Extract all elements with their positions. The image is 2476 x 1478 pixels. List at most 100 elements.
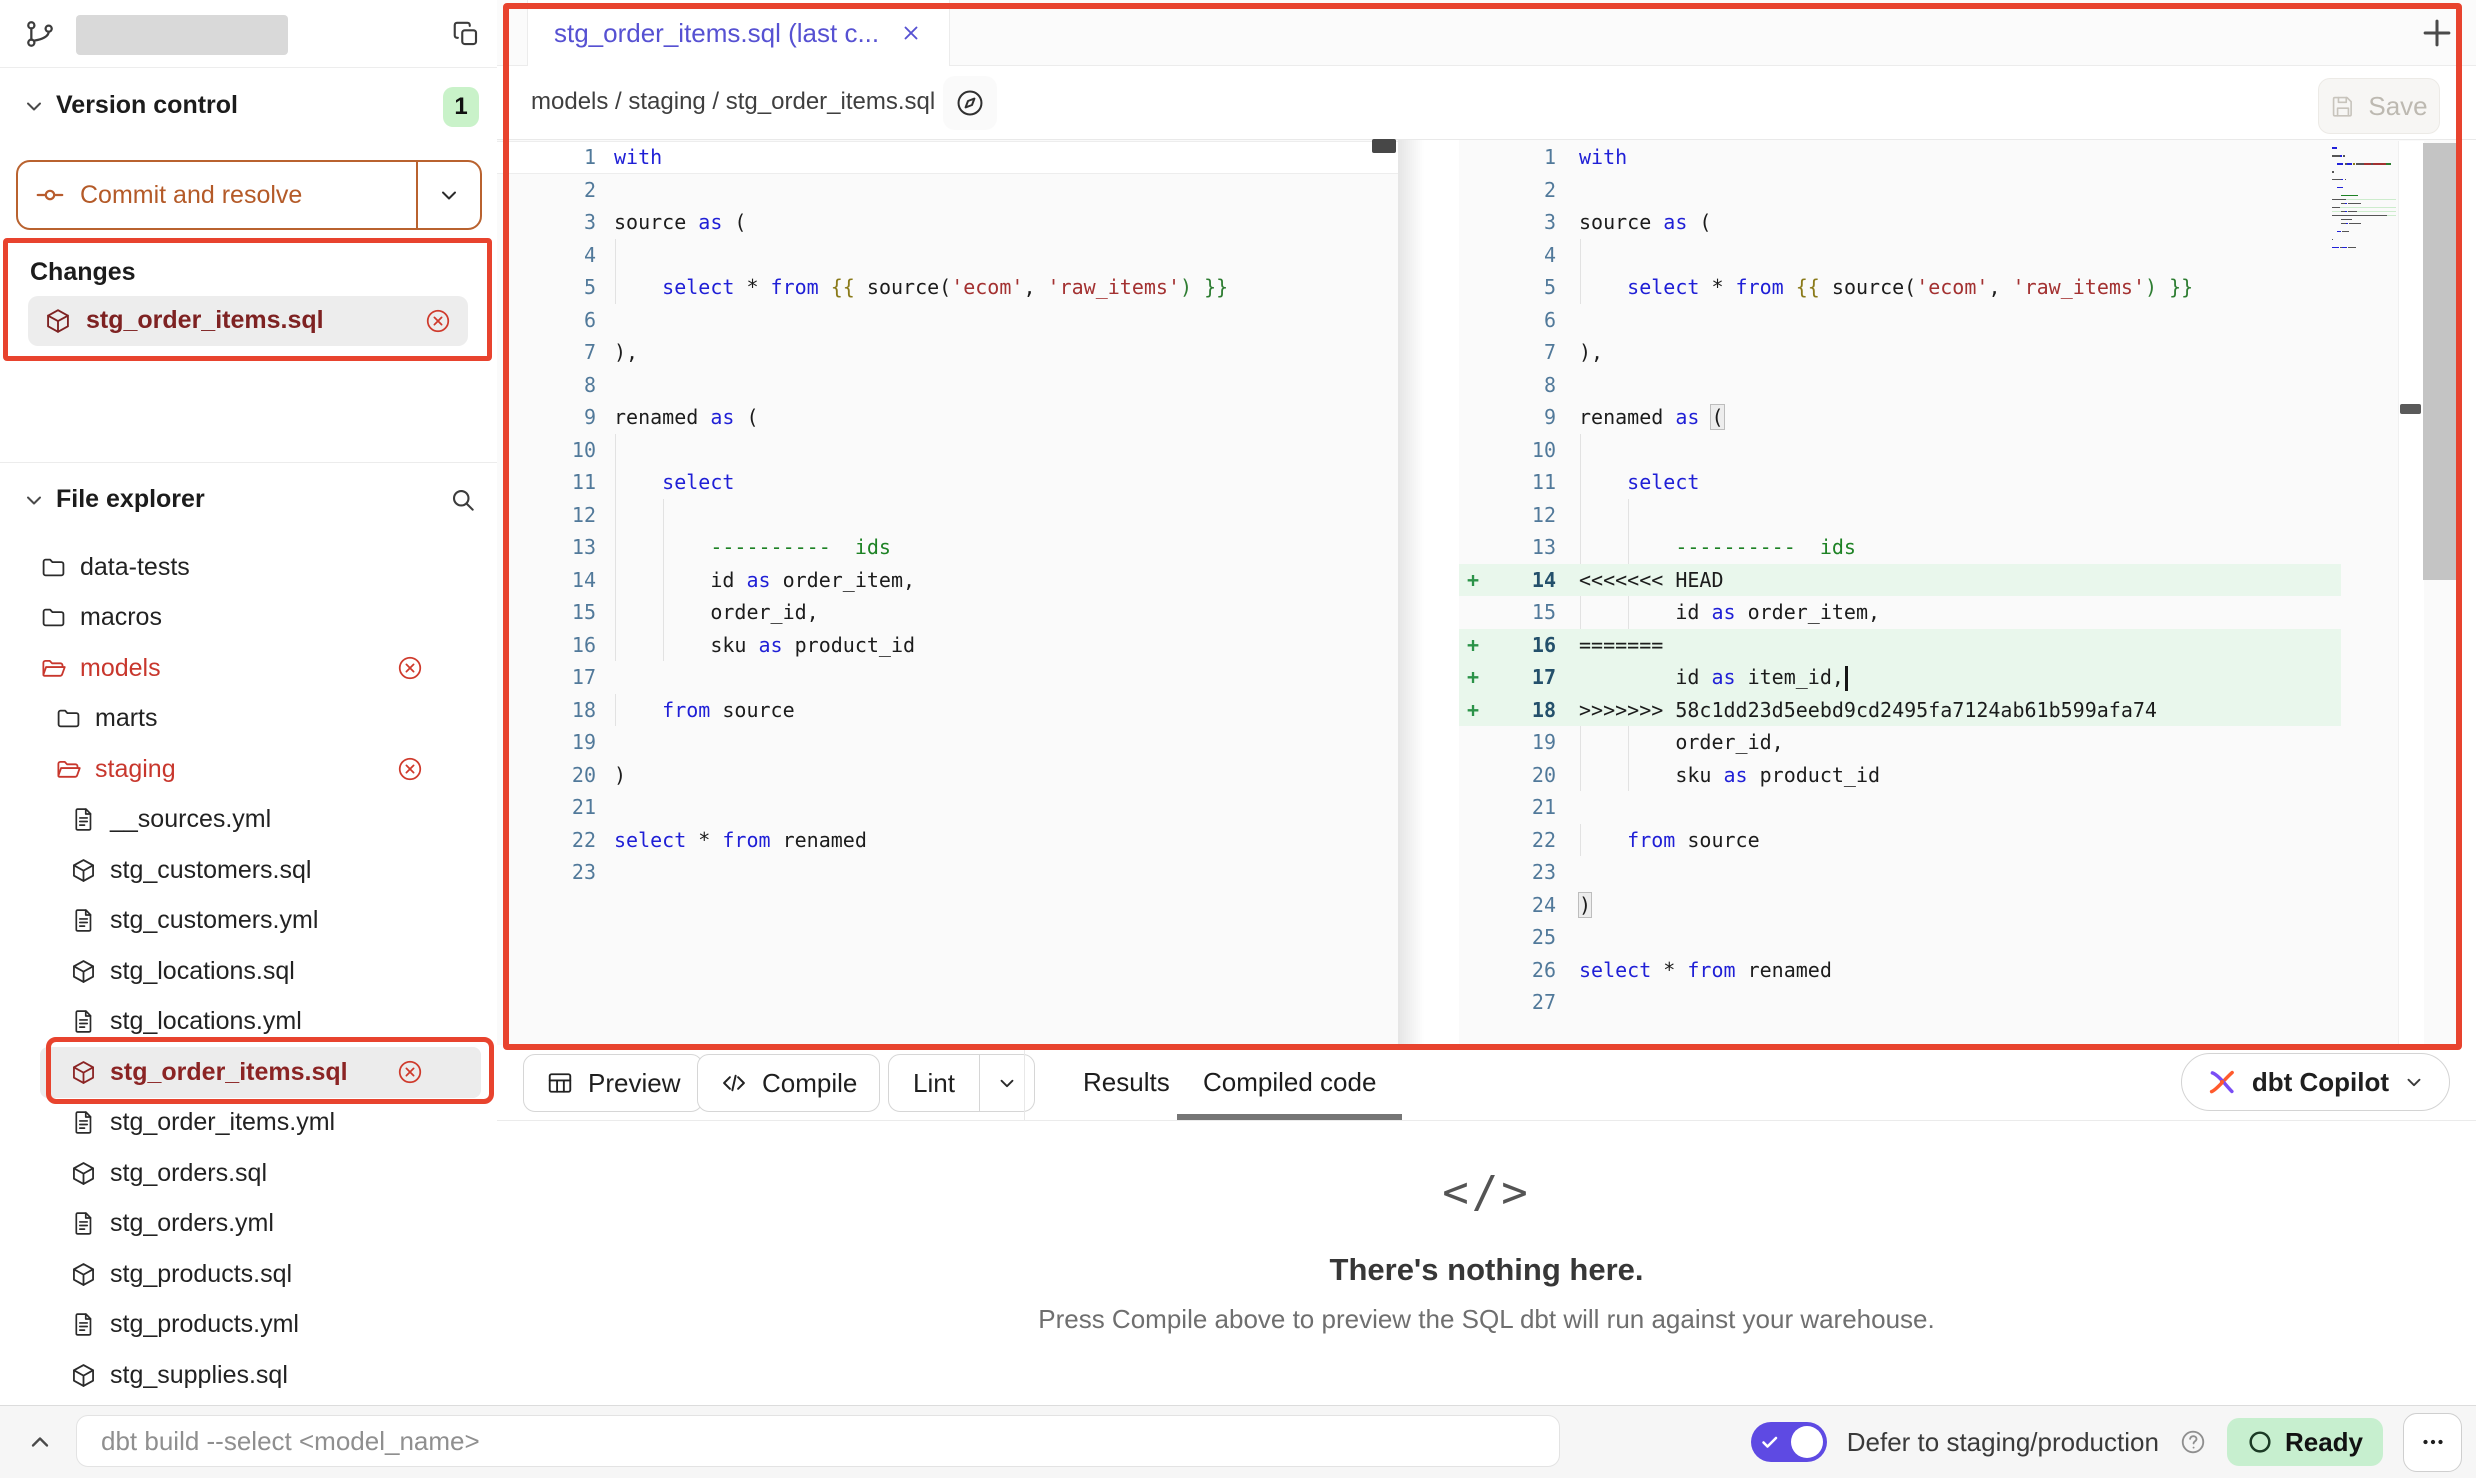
lineage-button[interactable] (943, 76, 997, 130)
minimap[interactable] (2332, 147, 2396, 255)
tree-item-stg_orders.sql[interactable]: stg_orders.sql (0, 1148, 497, 1199)
tab-results[interactable]: Results (1057, 1045, 1196, 1120)
version-control-header[interactable]: Version control 1 (0, 84, 497, 130)
close-icon[interactable] (899, 21, 923, 45)
tree-item-data-tests[interactable]: data-tests (0, 542, 497, 593)
tree-item-stg_order_items.sql[interactable]: stg_order_items.sql (40, 1047, 481, 1098)
dbt-copilot-button[interactable]: dbt Copilot (2181, 1053, 2450, 1111)
commit-dropdown-button[interactable] (418, 162, 480, 228)
chevron-down-icon[interactable] (22, 488, 46, 512)
code-line[interactable]: 27 (1459, 986, 2341, 1019)
tree-item-__sources.yml[interactable]: __sources.yml (0, 795, 497, 846)
code-line[interactable]: 6 (1459, 304, 2341, 337)
code-line[interactable]: 19 (497, 726, 1398, 759)
code-line[interactable]: +17 id as item_id, (1459, 661, 2341, 694)
code-line[interactable]: 23 (1459, 856, 2341, 889)
code-line[interactable]: 4 (1459, 239, 2341, 272)
code-line[interactable]: 13 ---------- ids (497, 531, 1398, 564)
code-line[interactable]: 15 order_id, (497, 596, 1398, 629)
code-line[interactable]: +18>>>>>>> 58c1dd23d5eebd9cd2495fa7124ab… (1459, 694, 2341, 727)
tree-item-stg_customers.yml[interactable]: stg_customers.yml (0, 896, 497, 947)
tree-item-staging[interactable]: staging (0, 744, 497, 795)
code-line[interactable]: 7), (1459, 336, 2341, 369)
chevron-down-icon[interactable] (22, 94, 46, 118)
tree-item-stg_customers.sql[interactable]: stg_customers.sql (0, 845, 497, 896)
code-line[interactable]: 9renamed as ( (497, 401, 1398, 434)
chevron-up-icon[interactable] (26, 1428, 54, 1456)
more-options-button[interactable] (2403, 1413, 2462, 1472)
code-line[interactable]: 17 (497, 661, 1398, 694)
minimap-visible-region[interactable] (2423, 143, 2462, 580)
code-line[interactable]: 12 (1459, 499, 2341, 532)
code-line[interactable]: 6 (497, 304, 1398, 337)
tab-stg-order-items[interactable]: stg_order_items.sql (last c... (527, 0, 950, 66)
compile-button[interactable]: Compile (697, 1054, 880, 1112)
code-line[interactable]: 4 (497, 239, 1398, 272)
help-icon[interactable] (2179, 1428, 2207, 1456)
code-line[interactable]: 8 (1459, 369, 2341, 402)
file-explorer-header[interactable]: File explorer (0, 478, 497, 524)
preview-button[interactable]: Preview (523, 1054, 703, 1112)
tree-item-marts[interactable]: marts (0, 694, 497, 745)
tree-item-macros[interactable]: macros (0, 593, 497, 644)
code-line[interactable]: 18 from source (497, 694, 1398, 727)
code-line[interactable]: 12 (497, 499, 1398, 532)
code-line[interactable]: 9renamed as ( (1459, 401, 2341, 434)
code-line[interactable]: 1with (1459, 141, 2341, 174)
code-line[interactable]: 5 select * from {{ source('ecom', 'raw_i… (1459, 271, 2341, 304)
tree-item-stg_products.sql[interactable]: stg_products.sql (0, 1249, 497, 1300)
commit-and-resolve-button[interactable]: Commit and resolve (16, 160, 482, 230)
code-line[interactable]: 5 select * from {{ source('ecom', 'raw_i… (497, 271, 1398, 304)
code-line[interactable]: 8 (497, 369, 1398, 402)
code-line[interactable]: 11 select (1459, 466, 2341, 499)
code-line[interactable]: 10 (497, 434, 1398, 467)
code-line[interactable]: 20 sku as product_id (1459, 759, 2341, 792)
tree-item-stg_supplies.sql[interactable]: stg_supplies.sql (0, 1350, 497, 1401)
tree-item-stg_locations.yml[interactable]: stg_locations.yml (0, 997, 497, 1048)
code-line[interactable]: 2 (1459, 174, 2341, 207)
changed-file-item[interactable]: stg_order_items.sql (28, 296, 468, 346)
code-line[interactable]: 3source as ( (497, 206, 1398, 239)
lint-dropdown-button[interactable] (980, 1055, 1034, 1111)
right-scrollbar-track[interactable] (2398, 141, 2424, 1044)
command-input[interactable] (76, 1415, 1560, 1467)
code-line[interactable]: 21 (1459, 791, 2341, 824)
code-line[interactable]: 3source as ( (1459, 206, 2341, 239)
code-line[interactable]: 22select * from renamed (497, 824, 1398, 857)
tree-item-stg_products.yml[interactable]: stg_products.yml (0, 1300, 497, 1351)
code-line[interactable]: 14 id as order_item, (497, 564, 1398, 597)
code-line[interactable]: 21 (497, 791, 1398, 824)
code-line[interactable]: 25 (1459, 921, 2341, 954)
code-pane-last-commit[interactable]: 1with23source as (45 select * from {{ so… (497, 140, 1398, 1045)
code-line[interactable]: 7), (497, 336, 1398, 369)
tree-item-models[interactable]: models (0, 643, 497, 694)
pane-divider[interactable] (1398, 140, 1459, 1045)
tree-item-stg_orders.yml[interactable]: stg_orders.yml (0, 1199, 497, 1250)
code-line[interactable]: 2 (497, 174, 1398, 207)
code-line[interactable]: 23 (497, 856, 1398, 889)
lint-button[interactable]: Lint (888, 1054, 1035, 1112)
code-line[interactable]: 10 (1459, 434, 2341, 467)
code-line[interactable]: +14<<<<<<< HEAD (1459, 564, 2341, 597)
search-icon[interactable] (449, 486, 477, 514)
defer-toggle[interactable] (1751, 1422, 1827, 1462)
tab-compiled-code[interactable]: Compiled code (1177, 1045, 1402, 1120)
code-line[interactable]: 13 ---------- ids (1459, 531, 2341, 564)
code-line[interactable]: 26select * from renamed (1459, 954, 2341, 987)
left-scrollbar-thumb[interactable] (1372, 139, 1396, 153)
code-line[interactable]: 24) (1459, 889, 2341, 922)
right-scrollbar-thumb[interactable] (2400, 404, 2421, 414)
save-button[interactable]: Save (2318, 78, 2440, 134)
code-line[interactable]: 20) (497, 759, 1398, 792)
code-line[interactable]: 15 id as order_item, (1459, 596, 2341, 629)
code-pane-current[interactable]: 1with23source as (45 select * from {{ so… (1459, 140, 2462, 1045)
code-line[interactable]: 1with (497, 141, 1398, 174)
code-line[interactable]: 19 order_id, (1459, 726, 2341, 759)
code-line[interactable]: +16======= (1459, 629, 2341, 662)
tree-item-stg_order_items.yml[interactable]: stg_order_items.yml (0, 1098, 497, 1149)
tree-item-stg_locations.sql[interactable]: stg_locations.sql (0, 946, 497, 997)
copy-icon[interactable] (451, 19, 481, 49)
new-tab-button[interactable] (2418, 14, 2456, 52)
code-line[interactable]: 16 sku as product_id (497, 629, 1398, 662)
code-line[interactable]: 11 select (497, 466, 1398, 499)
